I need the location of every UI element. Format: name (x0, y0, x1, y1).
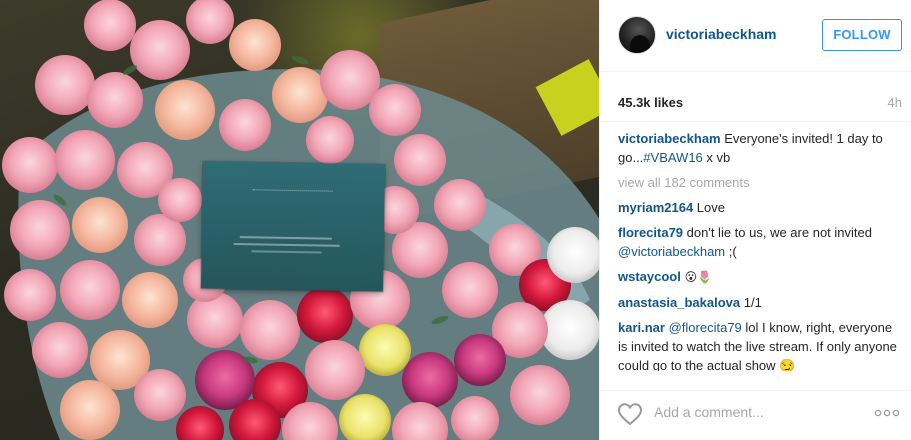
comment-username[interactable]: florecita79 (618, 225, 683, 240)
follow-button[interactable]: FOLLOW (822, 19, 902, 51)
post-sidebar: victoriabeckham FOLLOW 45.3k likes 4h vi… (599, 0, 911, 440)
comment-item: wstaycool 😮🌷 (618, 267, 902, 287)
post-time[interactable]: 4h (888, 95, 902, 110)
comment-text: 1/1 (740, 295, 762, 310)
comment-item: florecita79 don't lie to us, we are not … (618, 223, 902, 261)
likes-row: 45.3k likes 4h (600, 72, 911, 122)
card-brand-text (252, 189, 333, 194)
card-text-line (233, 242, 340, 247)
add-comment-input[interactable]: Add a comment... (654, 404, 764, 420)
mention-link[interactable]: @victoriabeckham (618, 244, 725, 259)
comment-suffix: ;( (725, 244, 737, 259)
card-text-line (251, 250, 322, 254)
invitation-card (200, 161, 386, 292)
username-link[interactable]: victoriabeckham (666, 26, 777, 42)
post-header: victoriabeckham FOLLOW (600, 0, 911, 72)
heart-icon[interactable] (617, 402, 643, 426)
comment-username[interactable]: myriam2164 (618, 200, 693, 215)
comment-item: anastasia_bakalova 1/1 (618, 293, 902, 312)
caption-username[interactable]: victoriabeckham (618, 131, 721, 146)
avatar[interactable] (618, 16, 656, 54)
comment-item: kari.nar @florecita79 lol I know, right,… (618, 318, 902, 371)
comment-username[interactable]: wstaycool (618, 269, 681, 284)
comment-username[interactable]: anastasia_bakalova (618, 295, 740, 310)
view-all-comments-link[interactable]: view all 182 comments (618, 173, 902, 192)
more-options-icon[interactable] (874, 407, 900, 419)
comment-username[interactable]: kari.nar (618, 320, 665, 335)
mention-link[interactable]: @florecita79 (669, 320, 742, 335)
card-text-line (239, 236, 332, 240)
caption-suffix: x vb (702, 150, 731, 165)
post-footer: Add a comment... (600, 390, 911, 440)
comment-item: myriam2164 Love (618, 198, 902, 217)
likes-count[interactable]: 45.3k likes (618, 95, 683, 110)
comment-text: don't lie to us, we are not invited (683, 225, 872, 240)
post-photo[interactable] (0, 0, 599, 440)
hashtag-link[interactable]: #VBAW16 (643, 150, 703, 165)
comment-text: Love (693, 200, 725, 215)
caption: victoriabeckham Everyone's invited! 1 da… (618, 129, 902, 167)
comments-list: victoriabeckham Everyone's invited! 1 da… (618, 129, 902, 371)
comment-text: 😮🌷 (680, 270, 713, 284)
